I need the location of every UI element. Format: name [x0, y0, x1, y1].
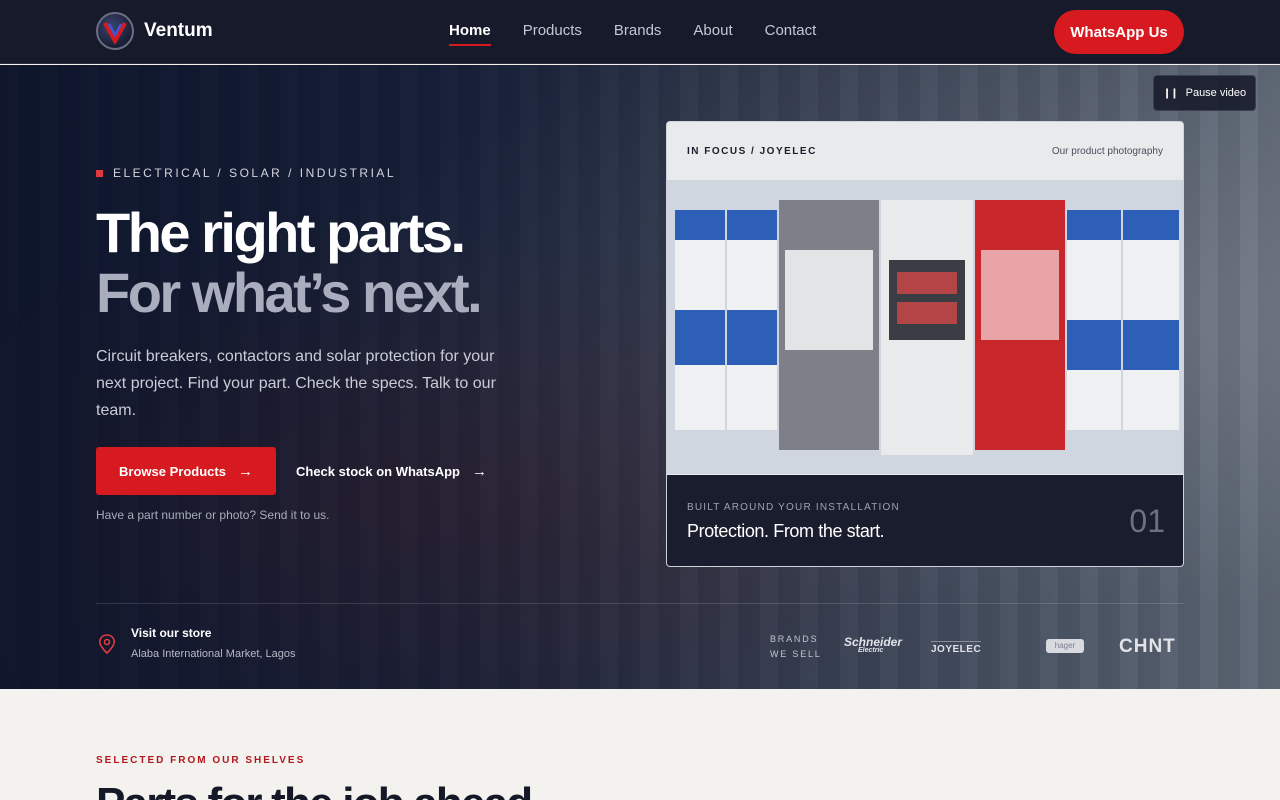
brand-logo-hager: hager: [1046, 639, 1084, 653]
store-address: Alaba International Market, Lagos: [131, 648, 296, 660]
card-index: 01: [1129, 503, 1165, 539]
hero-eyebrow: ELECTRICAL / SOLAR / INDUSTRIAL: [96, 166, 396, 180]
featured-section: SELECTED FROM OUR SHELVES Parts for the …: [0, 689, 1280, 800]
brand-name: Ventum: [144, 20, 213, 41]
section-eyebrow: SELECTED FROM OUR SHELVES: [96, 755, 306, 766]
nav-about[interactable]: About: [693, 22, 732, 45]
brand-home-link[interactable]: Ventum: [96, 12, 213, 50]
pause-icon: ❙❙: [1162, 87, 1179, 99]
divider: [96, 603, 1184, 604]
card-header: IN FOCUS / JOYELEC Our product photograp…: [667, 122, 1183, 180]
card-kicker: IN FOCUS / JOYELEC: [687, 145, 817, 157]
in-focus-card: IN FOCUS / JOYELEC Our product photograp…: [666, 121, 1184, 567]
brand-logo-schneider: Schneider Electric: [844, 635, 902, 654]
brands-label-line-2: WE SELL: [770, 649, 822, 659]
hero-hint: Have a part number or photo? Send it to …: [96, 508, 330, 522]
card-meta: Our product photography: [1051, 145, 1163, 157]
arrow-right-icon: →: [471, 462, 487, 480]
brand-logo-joyelec: JOYELEC: [931, 641, 982, 655]
hero-title-line-1: The right parts.: [96, 201, 466, 264]
card-caption-eyebrow: BUILT AROUND YOUR INSTALLATION: [687, 502, 900, 513]
nav-contact[interactable]: Contact: [765, 22, 817, 45]
nav-products[interactable]: Products: [523, 22, 582, 45]
store-title: Visit our store: [131, 626, 212, 640]
eyebrow-square-icon: [96, 169, 103, 177]
pause-video-button[interactable]: ❙❙ Pause video: [1153, 75, 1256, 111]
brand-logo-chnt: CHNT: [1119, 636, 1176, 657]
hero-eyebrow-text: ELECTRICAL / SOLAR / INDUSTRIAL: [113, 166, 397, 180]
product-photo: [667, 180, 1183, 474]
whatsapp-us-button[interactable]: WhatsApp Us: [1054, 10, 1184, 54]
brands-label-line-1: BRANDS: [770, 634, 819, 644]
nav-brands[interactable]: Brands: [614, 22, 662, 45]
hero-lead: Circuit breakers, contactors and solar p…: [96, 348, 496, 419]
map-pin-icon: [98, 634, 116, 654]
card-caption: BUILT AROUND YOUR INSTALLATION Protectio…: [667, 475, 1183, 566]
check-stock-label: Check stock on WhatsApp: [296, 463, 460, 479]
store-info[interactable]: Visit our store Alaba International Mark…: [96, 626, 296, 660]
card-caption-title: Protection. From the start.: [687, 521, 885, 541]
breakers-photo-image: [667, 180, 1183, 474]
pause-video-label: Pause video: [1185, 87, 1247, 99]
check-stock-whatsapp-link[interactable]: Check stock on WhatsApp →: [296, 447, 487, 495]
section-title: Parts for the job ahead.: [96, 779, 544, 800]
brands-label: BRANDS WE SELL: [770, 632, 822, 662]
main-nav: Home Products Brands About Contact: [449, 22, 848, 46]
hero-title-line-2: For what’s next.: [96, 261, 483, 324]
logo-icon: [96, 12, 134, 50]
arrow-right-icon: →: [237, 462, 253, 480]
site-header: Ventum Home Products Brands About Contac…: [0, 0, 1280, 64]
nav-home[interactable]: Home: [449, 22, 491, 46]
hero-section: ❙❙ Pause video ELECTRICAL / SOLAR / INDU…: [0, 65, 1280, 689]
browse-products-button[interactable]: Browse Products →: [96, 447, 276, 495]
browse-products-label: Browse Products: [119, 463, 226, 479]
